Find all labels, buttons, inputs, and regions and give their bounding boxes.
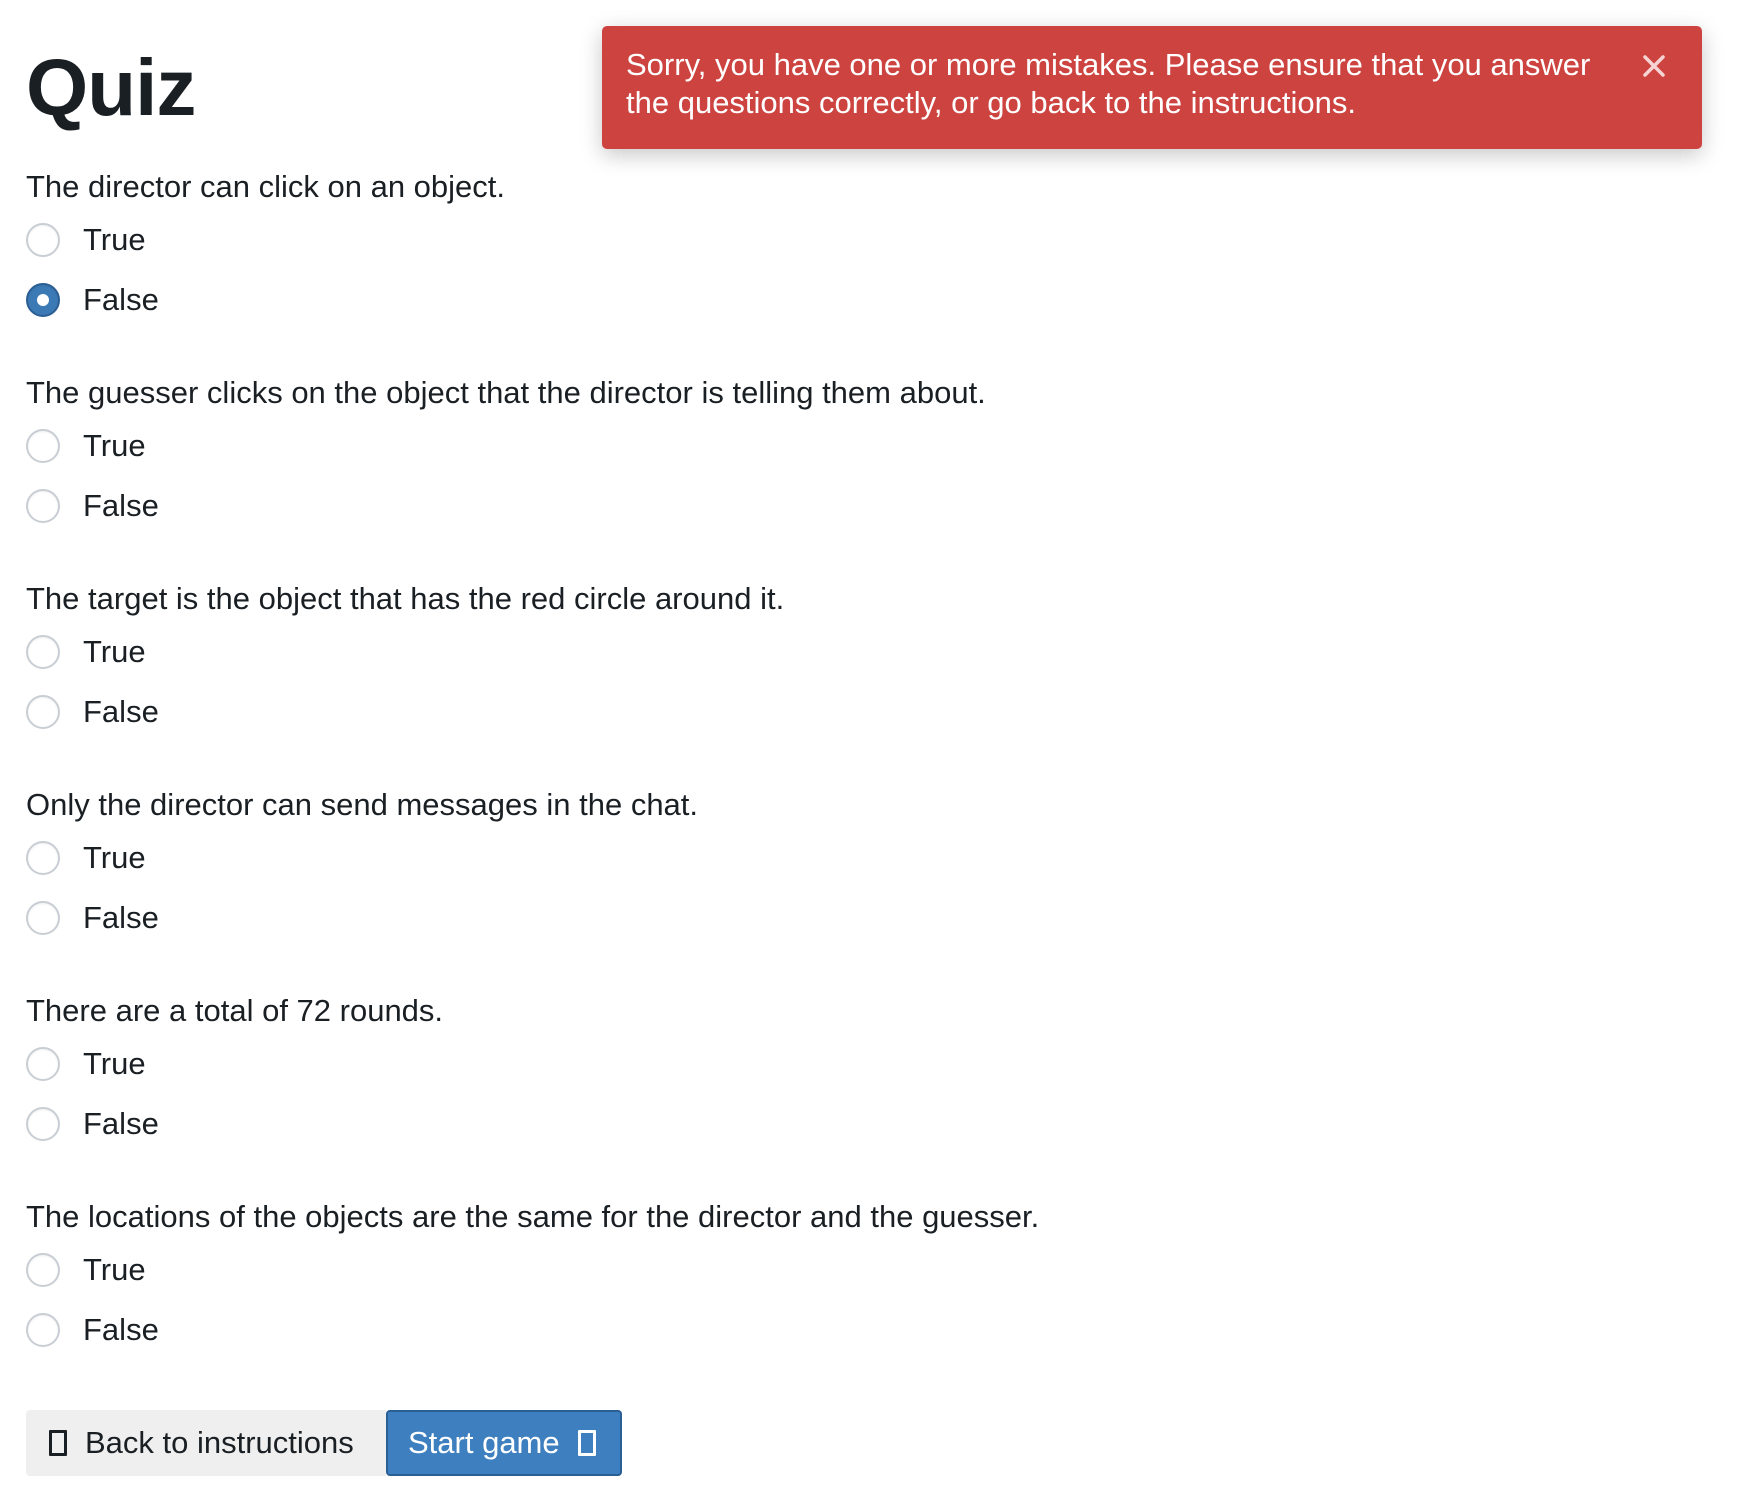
close-icon[interactable] <box>1636 48 1672 84</box>
radio-button[interactable] <box>26 1047 60 1081</box>
missing-glyph-icon <box>577 1430 596 1456</box>
option-label: False <box>83 900 159 935</box>
option-false[interactable]: False <box>26 1094 1039 1154</box>
missing-glyph-icon <box>49 1430 67 1456</box>
radio-button[interactable] <box>26 223 60 257</box>
question-1: The director can click on an object. Tru… <box>26 164 1039 370</box>
button-group: Back to instructions Start game <box>26 1410 622 1476</box>
radio-button[interactable] <box>26 1313 60 1347</box>
question-text: There are a total of 72 rounds. <box>26 993 444 1028</box>
option-true[interactable]: True <box>26 210 1039 270</box>
question-2: The guesser clicks on the object that th… <box>26 370 1039 576</box>
option-label: True <box>83 222 146 257</box>
button-label: Start game <box>408 1425 560 1460</box>
option-label: True <box>83 428 146 463</box>
radio-button[interactable] <box>26 635 60 669</box>
question-6: The locations of the objects are the sam… <box>26 1194 1039 1400</box>
option-true[interactable]: True <box>26 416 1039 476</box>
error-alert: Sorry, you have one or more mistakes. Pl… <box>602 26 1702 149</box>
option-false[interactable]: False <box>26 888 1039 948</box>
back-to-instructions-button[interactable]: Back to instructions <box>26 1410 386 1476</box>
question-list: The director can click on an object. Tru… <box>26 164 1039 1400</box>
option-label: True <box>83 634 146 669</box>
question-3: The target is the object that has the re… <box>26 576 1039 782</box>
option-true[interactable]: True <box>26 1034 1039 1094</box>
question-text: The locations of the objects are the sam… <box>26 1199 1040 1234</box>
radio-button[interactable] <box>26 841 60 875</box>
radio-button[interactable] <box>26 429 60 463</box>
option-label: True <box>83 1046 146 1081</box>
close-icon-graphic <box>1643 55 1665 77</box>
option-label: False <box>83 282 159 317</box>
option-false[interactable]: False <box>26 1300 1039 1360</box>
option-false[interactable]: False <box>26 476 1039 536</box>
radio-button[interactable] <box>26 489 60 523</box>
question-text: The guesser clicks on the object that th… <box>26 375 986 410</box>
question-text: Only the director can send messages in t… <box>26 787 699 822</box>
question-text: The director can click on an object. <box>26 169 506 204</box>
option-false[interactable]: False <box>26 270 1039 330</box>
question-text: The target is the object that has the re… <box>26 581 785 616</box>
option-false[interactable]: False <box>26 682 1039 742</box>
option-label: True <box>83 840 146 875</box>
radio-button[interactable] <box>26 901 60 935</box>
radio-button[interactable] <box>26 283 60 317</box>
start-game-button[interactable]: Start game <box>386 1410 622 1476</box>
option-label: False <box>83 488 159 523</box>
question-5: There are a total of 72 rounds. True Fal… <box>26 988 1039 1194</box>
option-label: False <box>83 1106 159 1141</box>
question-4: Only the director can send messages in t… <box>26 782 1039 988</box>
option-label: True <box>83 1252 146 1287</box>
button-label: Back to instructions <box>85 1425 354 1460</box>
option-label: False <box>83 694 159 729</box>
radio-button[interactable] <box>26 1253 60 1287</box>
option-true[interactable]: True <box>26 828 1039 888</box>
option-true[interactable]: True <box>26 1240 1039 1300</box>
radio-button[interactable] <box>26 1107 60 1141</box>
option-label: False <box>83 1312 159 1347</box>
option-true[interactable]: True <box>26 622 1039 682</box>
radio-button[interactable] <box>26 695 60 729</box>
alert-message: Sorry, you have one or more mistakes. Pl… <box>626 47 1591 120</box>
page-title: Quiz <box>26 43 196 132</box>
